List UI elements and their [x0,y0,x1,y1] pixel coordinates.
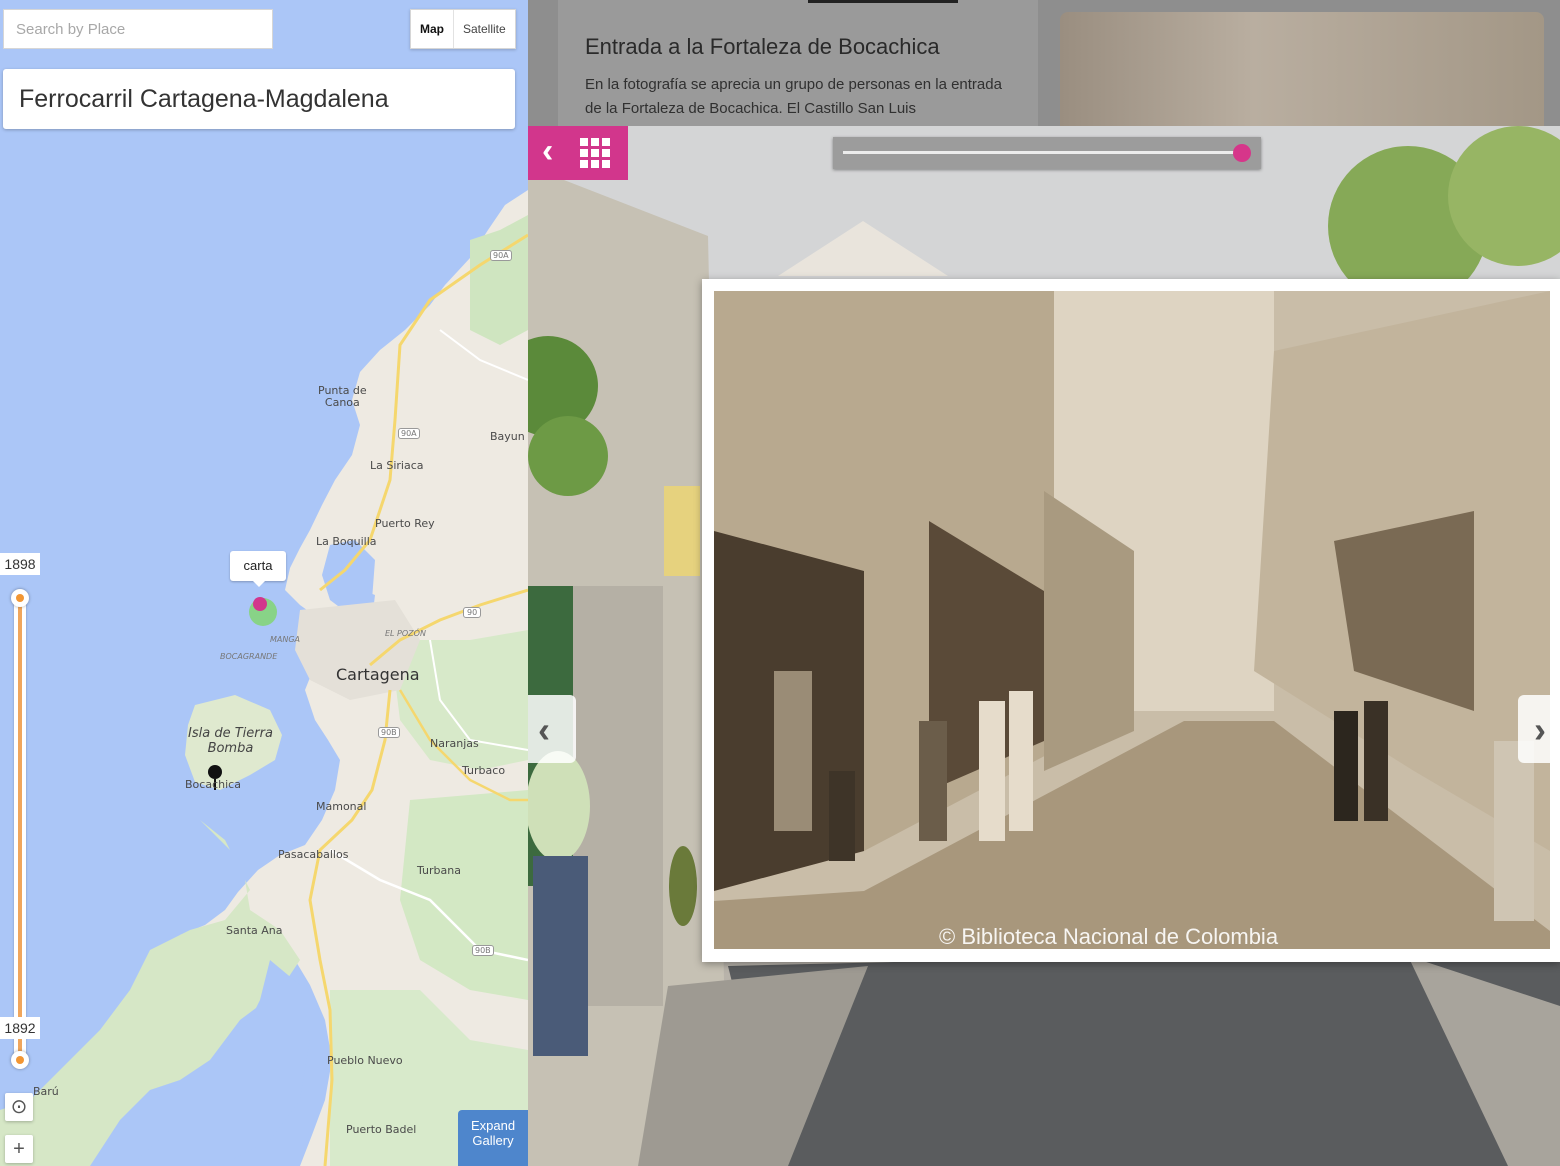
card-title: Entrada a la Fortaleza de Bocachica [585,34,940,59]
map-label-baru: Barú [33,1085,59,1098]
map-label-mamonal: Mamonal [316,800,367,813]
card-description: En la fotografía se aprecia un grupo de … [585,76,1002,117]
road-shield: 90B [378,727,400,738]
opacity-track [843,151,1243,154]
opacity-knob[interactable] [1233,144,1251,162]
map-label-pasacaballos: Pasacaballos [278,848,349,861]
photo-credit: © Biblioteca Nacional de Colombia [939,924,1279,949]
card-thumbnail[interactable] [1060,12,1544,126]
pin-marker [253,597,267,611]
card-divider [808,0,958,3]
gallery-card-strip: Entrada a la Fortaleza de Bocachica En l… [528,0,1560,126]
timeline-slider[interactable] [14,590,26,1062]
target-icon: ⊙ [10,1096,28,1118]
historic-photo: © Biblioteca Nacional de Colombia [714,291,1550,949]
map-label-naranjas: Naranjas [430,737,479,750]
map-label-manga: MANGA [270,635,301,644]
map-label-pueblo-nuevo: Pueblo Nuevo [327,1054,403,1067]
map-type-satellite-button[interactable]: Satellite [454,10,515,48]
timeline-end-year: 1892 [0,1017,40,1039]
map-label-bocagrande: BOCAGRANDE [220,652,278,661]
map-label-turbana: Turbana [417,864,461,877]
map-label-santa-ana: Santa Ana [226,924,283,937]
grid-icon [580,138,610,168]
overlay-opacity-slider[interactable] [833,137,1261,169]
map-label-tierra-bomba: Isla de Tierra Bomba [188,726,273,756]
previous-photo-button[interactable]: ‹ [528,695,576,763]
map-label-bocachica: Bocachica [185,778,241,791]
map-label-puerto-badel: Puerto Badel [346,1123,417,1136]
back-to-gallery-button[interactable]: ‹ [528,126,628,180]
map-type-map-button[interactable]: Map [411,10,454,48]
map-label-la-boquilla: La Boquilla [316,535,377,548]
timeline-range-fill [18,598,22,1054]
gallery-panel: Entrada a la Fortaleza de Bocachica En l… [528,0,1560,1166]
zoom-in-button[interactable]: + [5,1135,33,1163]
search-input[interactable] [3,9,273,49]
map-type-toggle[interactable]: Map Satellite [410,9,516,49]
map-panel[interactable]: Map Satellite Ferrocarril Cartagena-Magd… [0,0,528,1166]
expand-gallery-button[interactable]: Expand Gallery [458,1110,528,1166]
plus-icon: + [13,1138,25,1160]
chevron-right-icon: › [1534,709,1546,750]
road-shield: 90A [398,428,420,439]
map-label-el-pozon: EL POZÓN [385,629,426,638]
map-label-bayunca: Bayun [490,430,525,443]
chevron-left-icon: ‹ [542,132,554,170]
pin-tooltip: carta [230,551,286,587]
map-label-cartagena: Cartagena [336,665,420,684]
historic-photo-frame[interactable]: © Biblioteca Nacional de Colombia [702,279,1560,962]
map-label-la-siriaca: La Siriaca [370,459,424,472]
pin-marker-black [208,765,222,779]
road-shield: 90A [490,250,512,261]
locate-button[interactable]: ⊙ [5,1093,33,1121]
road-shield: 90 [463,607,482,618]
chevron-left-icon: ‹ [538,709,550,750]
map-label-punta-canoa: Punta de Canoa [318,384,367,409]
next-photo-button[interactable]: › [1518,695,1560,763]
timeline-start-handle[interactable] [11,589,29,607]
expand-gallery-label: Expand Gallery [470,1118,516,1148]
map-label-puerto-rey: Puerto Rey [375,517,435,530]
map-label-turbaco: Turbaco [462,764,506,777]
timeline-start-year: 1898 [0,553,40,575]
page-title: Ferrocarril Cartagena-Magdalena [3,69,515,129]
road-shield: 90B [472,945,494,956]
timeline-end-handle[interactable] [11,1051,29,1069]
